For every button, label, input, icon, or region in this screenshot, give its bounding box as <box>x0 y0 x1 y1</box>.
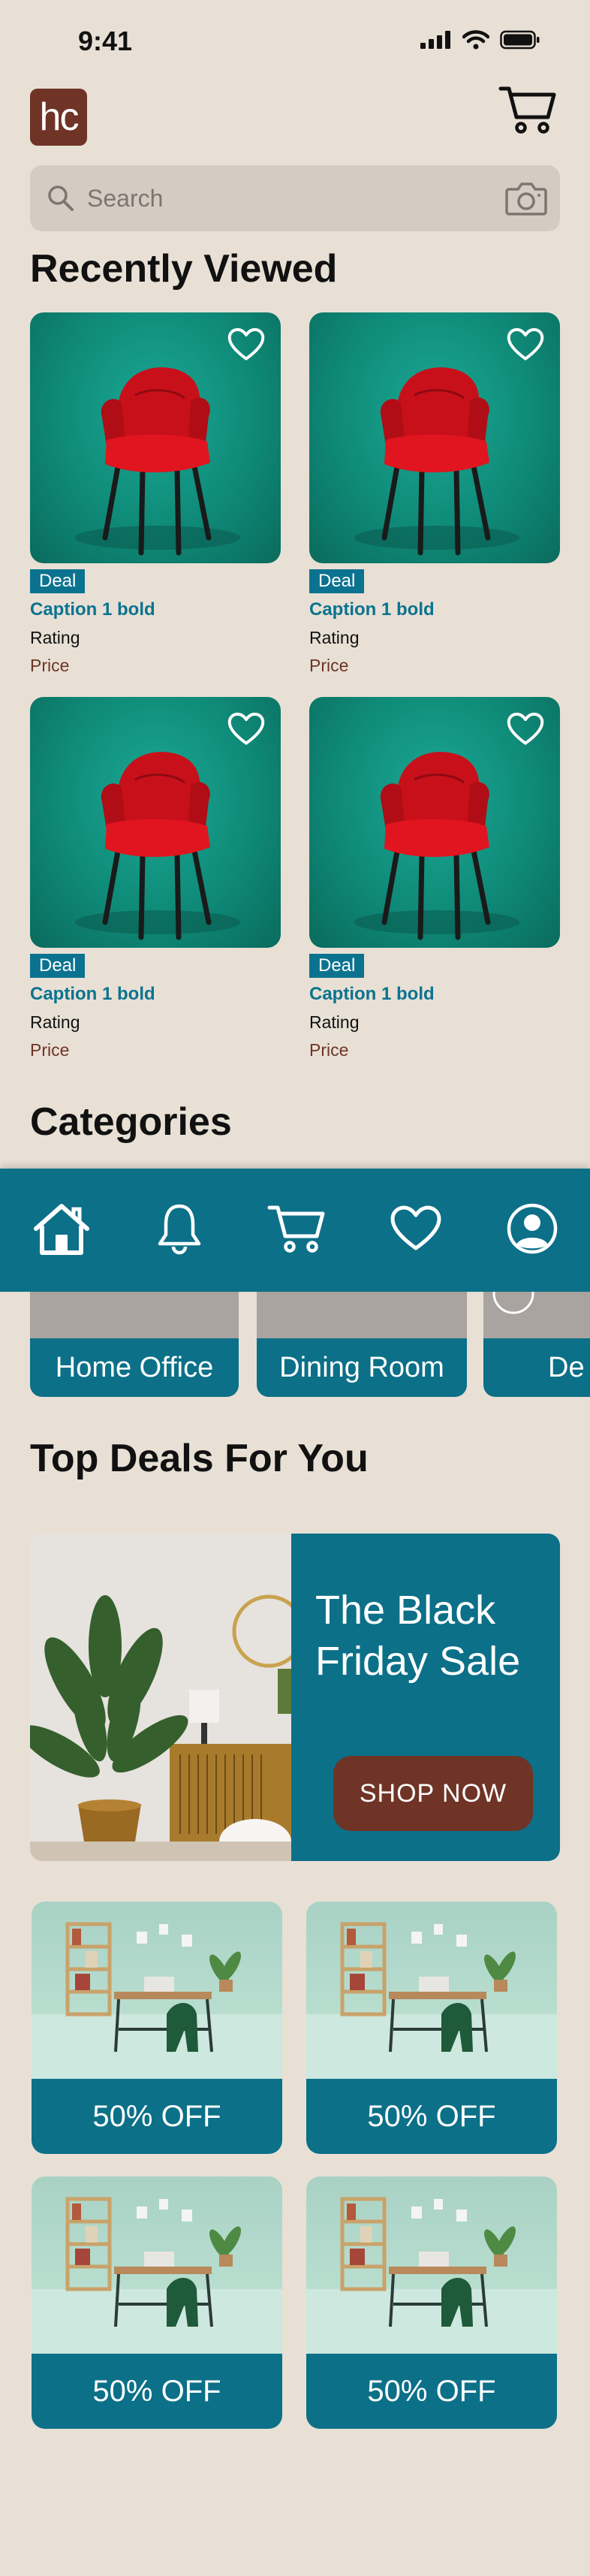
heart-icon[interactable] <box>227 712 266 747</box>
top-deals-title: Top Deals For You <box>30 1437 369 1480</box>
office-desk-image <box>32 1922 282 2079</box>
office-desk-image <box>306 1922 557 2079</box>
heart-icon[interactable] <box>506 712 545 747</box>
camera-icon[interactable] <box>504 180 548 216</box>
heart-icon <box>390 1205 441 1250</box>
app-logo[interactable]: hc <box>30 89 87 146</box>
product-rating: Rating <box>309 1012 360 1032</box>
search-icon <box>48 186 74 211</box>
deal-image <box>32 1902 282 2079</box>
product-rating: Rating <box>30 628 80 647</box>
deal-badge: Deal <box>30 954 86 978</box>
deal-image <box>32 2176 282 2354</box>
product-image[interactable] <box>30 697 281 948</box>
heart-icon[interactable] <box>506 327 545 362</box>
deal-card[interactable]: 50% OFF <box>32 2176 282 2429</box>
black-friday-banner[interactable]: The Black Friday Sale SHOP NOW <box>30 1534 560 1861</box>
battery-icon <box>500 30 540 50</box>
heart-icon[interactable] <box>227 327 266 362</box>
deal-card[interactable]: 50% OFF <box>306 1902 557 2154</box>
tab-home[interactable] <box>32 1202 92 1259</box>
profile-icon <box>507 1203 557 1253</box>
tab-bar <box>0 1169 590 1292</box>
tab-cart[interactable] <box>266 1203 327 1258</box>
bell-icon <box>158 1204 200 1254</box>
wifi-icon <box>462 30 489 50</box>
recently-viewed-title: Recently Viewed <box>30 247 338 291</box>
cart-icon <box>267 1205 325 1253</box>
deal-discount-label: 50% OFF <box>306 2354 557 2429</box>
category-card-partial[interactable]: De <box>483 1292 590 1397</box>
product-image[interactable] <box>309 697 560 948</box>
cart-button[interactable] <box>498 84 557 139</box>
banner-room-illustration <box>30 1534 306 1861</box>
category-card-dining-room[interactable]: Dining Room <box>257 1292 467 1397</box>
deal-discount-label: 50% OFF <box>32 2354 282 2429</box>
product-rating: Rating <box>30 1012 80 1032</box>
category-label: Dining Room <box>257 1338 467 1397</box>
deal-badge: Deal <box>309 569 365 593</box>
tab-notifications[interactable] <box>155 1202 203 1259</box>
shop-now-button[interactable]: SHOP NOW <box>333 1756 533 1831</box>
product-caption[interactable]: Caption 1 bold <box>309 984 560 1005</box>
office-desk-image <box>306 2197 557 2354</box>
product-card[interactable]: Deal Caption 1 bold Rating Price <box>30 312 281 676</box>
product-card[interactable]: Deal Caption 1 bold Rating Price <box>309 312 560 676</box>
status-icons <box>420 30 540 50</box>
product-rating: Rating <box>309 628 360 647</box>
category-badge-icon <box>492 1292 534 1314</box>
deal-card[interactable]: 50% OFF <box>306 2176 557 2429</box>
tab-profile[interactable] <box>506 1202 558 1259</box>
category-label: Home Office <box>30 1338 239 1397</box>
product-price: Price <box>30 656 70 675</box>
deal-discount-label: 50% OFF <box>306 2079 557 2154</box>
home-icon <box>34 1203 90 1255</box>
category-label: De <box>483 1338 590 1397</box>
office-desk-image <box>32 2197 282 2354</box>
cart-icon <box>498 86 556 134</box>
product-caption[interactable]: Caption 1 bold <box>309 599 560 620</box>
deal-card[interactable]: 50% OFF <box>32 1902 282 2154</box>
signal-icon <box>420 31 450 49</box>
search-bar[interactable] <box>30 165 560 231</box>
search-input[interactable] <box>86 183 479 213</box>
product-card[interactable]: Deal Caption 1 bold Rating Price <box>309 697 560 1060</box>
category-card-home-office[interactable]: Home Office <box>30 1292 239 1397</box>
product-price: Price <box>309 656 349 675</box>
deal-badge: Deal <box>309 954 365 978</box>
product-card[interactable]: Deal Caption 1 bold Rating Price <box>30 697 281 1060</box>
deal-badge: Deal <box>30 569 86 593</box>
deal-discount-label: 50% OFF <box>32 2079 282 2154</box>
product-price: Price <box>309 1040 349 1060</box>
banner-photo <box>30 1534 306 1861</box>
status-time: 9:41 <box>78 26 133 56</box>
tab-favorites[interactable] <box>390 1205 442 1256</box>
banner-promo: The Black Friday Sale SHOP NOW <box>291 1534 560 1861</box>
banner-title: The Black Friday Sale <box>315 1588 521 1684</box>
product-image[interactable] <box>30 312 281 563</box>
product-caption[interactable]: Caption 1 bold <box>30 599 281 620</box>
product-caption[interactable]: Caption 1 bold <box>30 984 281 1005</box>
deal-image <box>306 1902 557 2079</box>
categories-title: Categories <box>30 1100 232 1144</box>
product-image[interactable] <box>309 312 560 563</box>
deal-image <box>306 2176 557 2354</box>
product-price: Price <box>30 1040 70 1060</box>
